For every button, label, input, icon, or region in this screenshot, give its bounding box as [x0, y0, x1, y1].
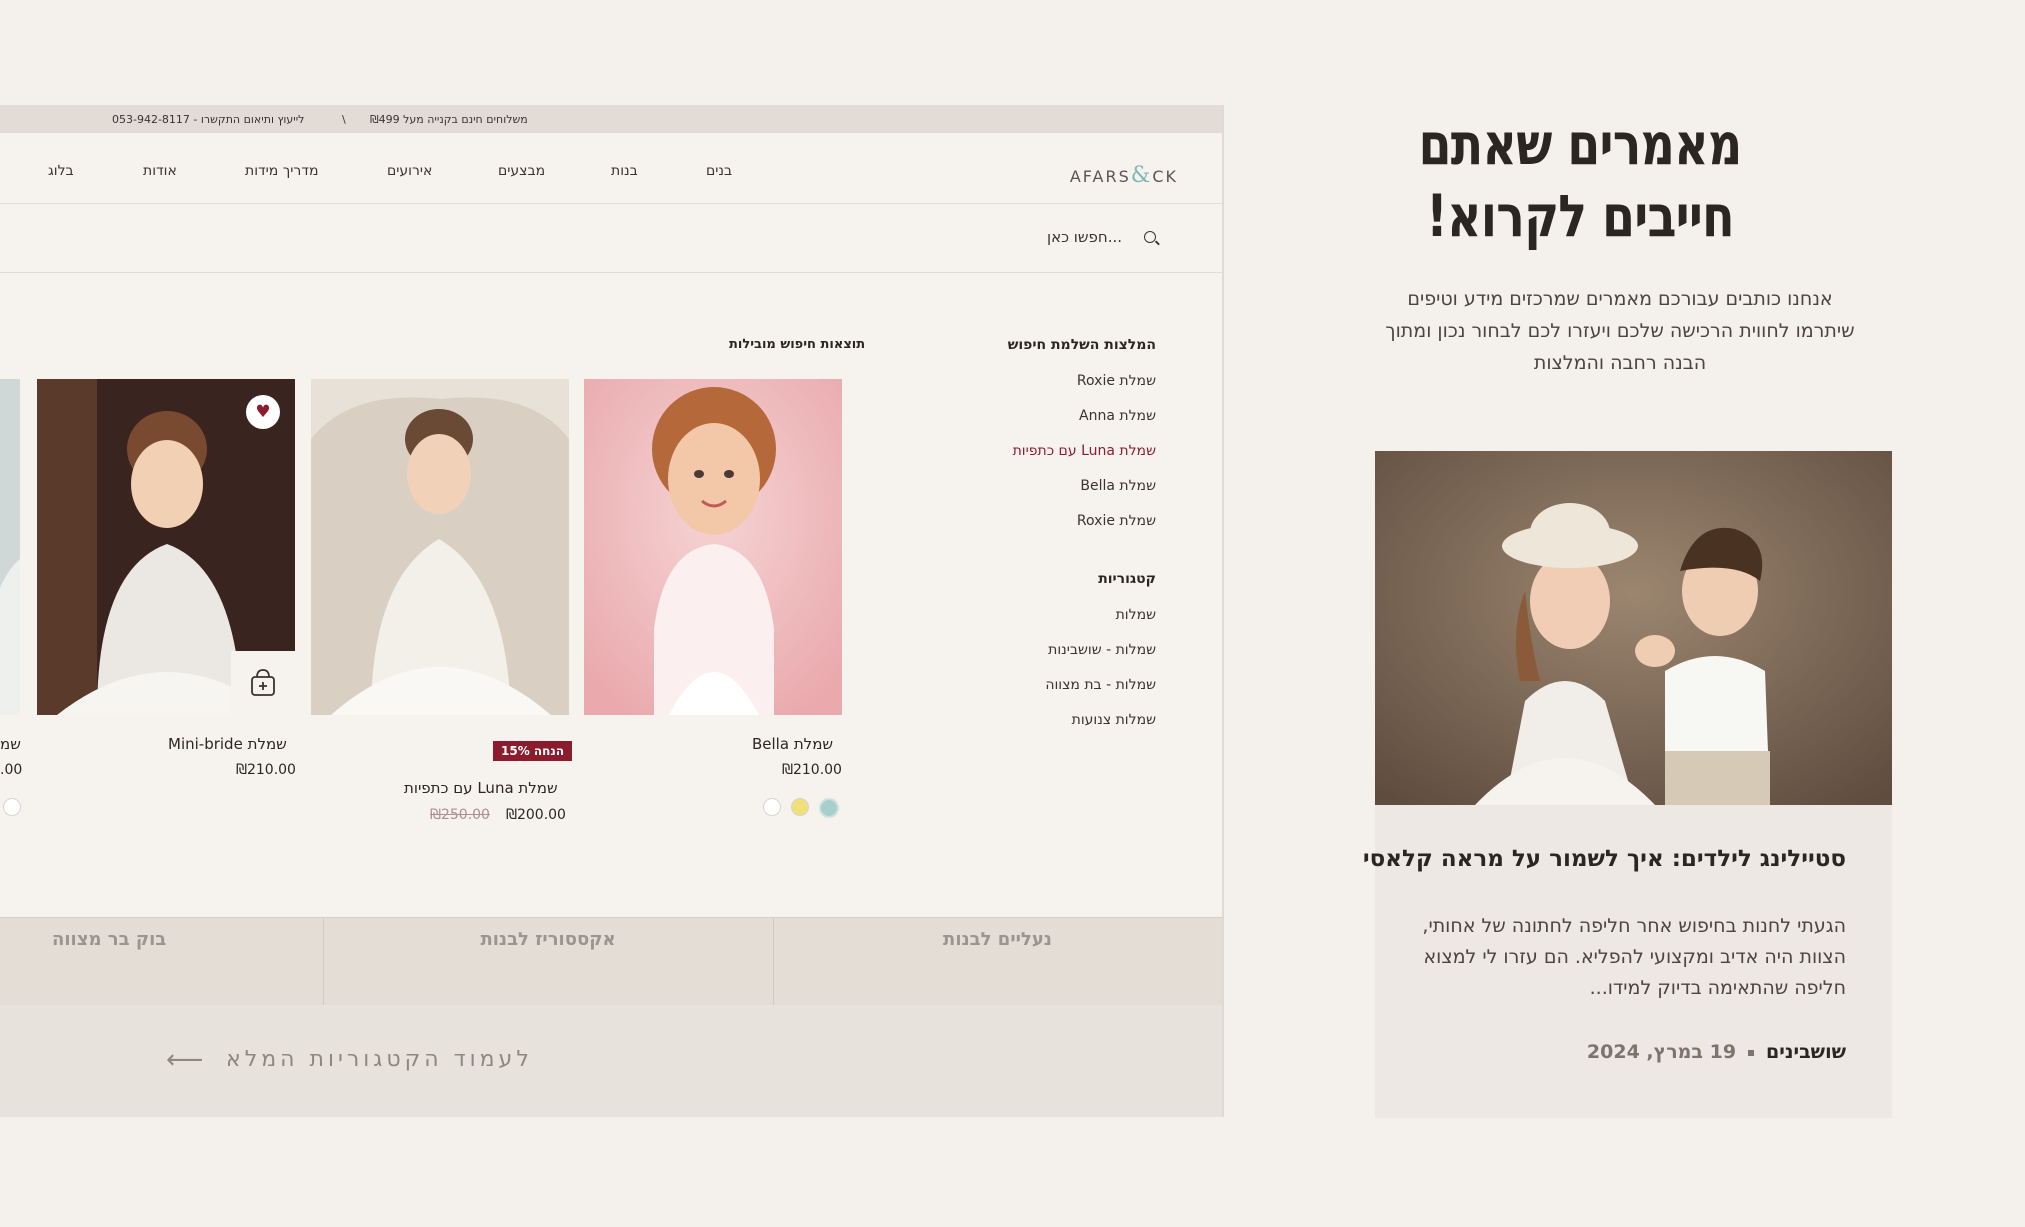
shipping-text: משלוחים חינם בקנייה מעל ₪499	[370, 113, 528, 126]
product-name[interactable]: שמלת Mini-bride	[168, 735, 287, 753]
category-tabs: נעליים לבנות אקססוריז לבנות בוק בר מצווה	[0, 917, 1222, 1006]
article-meta: שושבינים 19 במרץ, 2024	[1587, 1041, 1846, 1063]
product-price: ₪210.00	[782, 762, 842, 778]
girl-armchair-image	[311, 379, 569, 715]
wishlist-heart-icon[interactable]: ♥	[246, 395, 280, 429]
contact-text: לייעוץ ותיאום התקשרו - 053-942-8117	[112, 113, 305, 126]
search-bar[interactable]: חפשו כאן...	[0, 204, 1222, 273]
topbar-separator: \	[342, 113, 346, 126]
article-excerpt: הגעתי לחנות בחיפוש אחר חליפה לחתונה של א…	[1422, 915, 1846, 999]
article-date: 19 במרץ, 2024	[1586, 1041, 1737, 1063]
product-price: ₪210.00	[236, 762, 296, 778]
bag-glyph	[251, 669, 275, 696]
nav-about[interactable]: אודות	[143, 163, 177, 179]
girl-partial-image	[0, 379, 20, 715]
site-header: בנים בנות מבצעים אירועים מדריך מידות אוד…	[0, 133, 1222, 204]
tab-bar-mitzvah-book[interactable]: בוק בר מצווה	[0, 918, 323, 1006]
add-to-cart-bag-icon[interactable]	[231, 651, 295, 715]
nav-blog[interactable]: בלוג	[48, 163, 74, 179]
article-image[interactable]	[1375, 451, 1892, 805]
category-link[interactable]: שמלות - בת מצווה	[1045, 677, 1156, 693]
nav-events[interactable]: אירועים	[387, 163, 432, 179]
heading-line-1: מאמרים שאתם	[1418, 110, 1742, 178]
article-card[interactable]: סטיילינג לילדים: איך לשמור על מראה קלאסי…	[1363, 451, 1892, 1118]
section-intro: אנחנו כותבים עבורכם מאמרים שמרכזים מידע …	[1385, 288, 1855, 374]
arrow-left-icon[interactable]: ⟵	[166, 1045, 203, 1075]
tab-divider	[323, 918, 324, 1006]
nav-boys[interactable]: בנים	[706, 163, 732, 179]
category-footer: ⟵ לעמוד הקטגוריות המלא	[0, 1005, 1222, 1117]
results-title: תוצאות חיפוש מובילות	[729, 337, 866, 352]
tab-girls-shoes[interactable]: נעליים לבנות	[773, 918, 1222, 1006]
color-swatch-white[interactable]	[763, 798, 781, 816]
nav-sales[interactable]: מבצעים	[498, 163, 545, 179]
product-image[interactable]	[311, 379, 569, 715]
suggestions-title: המלצות השלמת חיפוש	[1007, 337, 1156, 353]
product-image[interactable]	[0, 379, 20, 715]
suggestion-item[interactable]: שמלת Bella	[1080, 478, 1156, 494]
product-name[interactable]: שמלת Bella	[752, 735, 833, 753]
product-price: ₪200.00	[506, 807, 566, 823]
categories-title: קטגוריות	[1098, 571, 1156, 587]
product-name[interactable]: שמ	[0, 735, 21, 753]
category-link[interactable]: שמלות	[1116, 607, 1156, 623]
suggestion-item[interactable]: שמלת Anna	[1079, 408, 1156, 424]
article-title[interactable]: סטיילינג לילדים: איך לשמור על מראה קלאסי	[1363, 846, 1846, 872]
nav-size-guide[interactable]: מדריך מידות	[245, 163, 318, 179]
girl-portrait-image	[584, 379, 842, 715]
brand-logo[interactable]: AFARS&CK	[1070, 163, 1178, 188]
color-swatch-white[interactable]	[3, 798, 21, 816]
product-name[interactable]: שמלת Luna עם כתפיות	[404, 779, 558, 797]
full-categories-link[interactable]: לעמוד הקטגוריות המלא	[226, 1047, 533, 1072]
product-price: .00	[0, 762, 23, 778]
search-icon[interactable]	[1144, 231, 1156, 243]
store-preview: לייעוץ ותיאום התקשרו - 053-942-8117 \ מש…	[0, 105, 1224, 1117]
category-link[interactable]: שמלות - שושבינות	[1048, 642, 1156, 658]
tab-girls-accessories[interactable]: אקססוריז לבנות	[323, 918, 773, 1006]
heading-line-2: חייבים לקרוא!	[1426, 182, 1735, 250]
nav-girls[interactable]: בנות	[611, 163, 638, 179]
category-link[interactable]: שמלות צנועות	[1072, 712, 1156, 728]
color-swatch-teal[interactable]	[819, 798, 839, 818]
article-category[interactable]: שושבינים	[1766, 1041, 1846, 1063]
suggestion-item[interactable]: שמלת Roxie	[1077, 373, 1156, 389]
discount-badge: 15% הנחה	[493, 741, 573, 761]
suggestion-item[interactable]: שמלת Roxie	[1077, 513, 1156, 529]
suggestion-item[interactable]: שמלת Luna עם כתפיות	[1013, 443, 1156, 459]
meta-separator-dot	[1748, 1049, 1755, 1056]
product-image[interactable]	[584, 379, 842, 715]
tab-divider	[773, 918, 774, 1006]
search-input[interactable]: חפשו כאן...	[1047, 228, 1122, 246]
product-old-price: ₪250.00	[430, 807, 490, 823]
section-heading: מאמרים שאתם חייבים לקרוא!	[1416, 108, 1744, 252]
color-swatch-yellow[interactable]	[791, 798, 809, 816]
announcement-bar: לייעוץ ותיאום התקשרו - 053-942-8117 \ מש…	[0, 105, 1222, 133]
children-dancing-image	[1375, 451, 1892, 805]
